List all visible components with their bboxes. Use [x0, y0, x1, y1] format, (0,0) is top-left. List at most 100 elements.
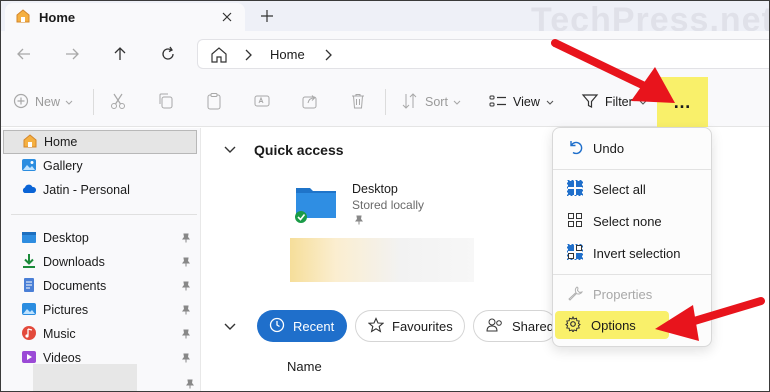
tab-bar: Home TechPress.net — [1, 1, 769, 39]
rename-button[interactable] — [253, 89, 271, 115]
refresh-icon[interactable] — [157, 43, 179, 65]
sort-label: Sort — [425, 95, 448, 109]
tab-favourites[interactable]: Favourites — [355, 310, 465, 342]
clipboard-icon — [205, 92, 223, 113]
arrow-right-icon[interactable] — [61, 43, 83, 65]
tab-home[interactable]: Home — [5, 3, 245, 31]
new-button[interactable]: New — [13, 89, 73, 115]
pin-icon[interactable] — [185, 378, 194, 391]
blurred-item — [33, 364, 137, 391]
divider — [93, 89, 94, 115]
copy-button[interactable] — [157, 89, 175, 115]
sidebar-item-downloads[interactable]: Downloads — [1, 250, 197, 274]
tab-favourites-label: Favourites — [392, 318, 453, 334]
tab-recent-label: Recent — [293, 318, 335, 334]
files-section-header[interactable] — [224, 320, 236, 334]
menu-item-label: Select all — [593, 181, 646, 197]
quick-access-title: Quick access — [254, 142, 344, 158]
pin-icon[interactable] — [181, 256, 191, 270]
quick-access-item-name: Desktop — [352, 182, 398, 196]
pin-icon[interactable] — [181, 280, 191, 294]
delete-button[interactable] — [349, 89, 367, 115]
download-icon — [21, 253, 37, 272]
documents-icon — [21, 277, 37, 296]
trash-icon — [349, 92, 367, 113]
column-header-name[interactable]: Name — [287, 359, 322, 374]
sidebar-item-label: Desktop — [43, 231, 89, 245]
pin-icon[interactable] — [181, 304, 191, 318]
file-explorer-window: Home TechPress.net Home New Sort View Fi… — [0, 0, 770, 392]
close-icon[interactable] — [219, 9, 235, 25]
people-icon — [486, 317, 504, 336]
share-button[interactable] — [301, 89, 319, 115]
new-label: New — [35, 95, 61, 109]
navigation-pane: Home Gallery Jatin - Personal Desktop Do… — [1, 128, 201, 391]
breadcrumb-home[interactable]: Home — [270, 47, 305, 62]
red-arrow-annotation — [551, 39, 675, 103]
arrow-up-icon[interactable] — [109, 43, 131, 65]
tab-recent[interactable]: Recent — [257, 310, 347, 342]
sidebar-item-label: Downloads — [43, 255, 105, 269]
chevron-right-icon — [324, 48, 334, 65]
sort-icon — [401, 92, 419, 113]
chevron-right-icon — [244, 48, 254, 65]
paste-button[interactable] — [205, 89, 223, 115]
sidebar-item-label: Gallery — [43, 159, 83, 173]
chevron-down-icon[interactable] — [224, 143, 236, 157]
sidebar-item-label: Documents — [43, 279, 107, 293]
view-label: View — [513, 95, 540, 109]
home-folder-icon — [22, 133, 38, 152]
sidebar-item-home[interactable]: Home — [3, 130, 197, 154]
quick-access-header[interactable]: Quick access — [224, 142, 344, 158]
menu-item-label: Options — [591, 317, 636, 333]
sort-button[interactable]: Sort — [401, 89, 461, 115]
divider — [385, 89, 386, 115]
sidebar-item-pictures[interactable]: Pictures — [1, 298, 197, 322]
scissors-icon — [109, 92, 127, 113]
invert-selection-icon — [567, 243, 583, 263]
pin-icon[interactable] — [181, 352, 191, 366]
menu-divider — [553, 274, 711, 275]
quick-access-desktop[interactable]: Desktop Stored locally — [294, 180, 464, 230]
desktop-folder-icon — [21, 229, 37, 248]
wrench-icon — [567, 285, 583, 304]
select-all-icon — [567, 179, 583, 199]
view-button[interactable]: View — [489, 89, 554, 115]
menu-divider — [553, 169, 711, 170]
menu-item-label: Select none — [593, 213, 662, 229]
gear-icon — [565, 315, 581, 335]
rename-icon — [253, 92, 271, 113]
sidebar-item-label: Home — [44, 135, 78, 149]
menu-item-invert-selection[interactable]: Invert selection — [557, 239, 707, 267]
menu-item-select-all[interactable]: Select all — [557, 175, 707, 203]
sidebar-item-desktop[interactable]: Desktop — [1, 226, 197, 250]
share-icon — [301, 92, 319, 113]
tab-title: Home — [39, 9, 76, 25]
home-outline-icon[interactable] — [210, 46, 228, 67]
pin-icon[interactable] — [181, 232, 191, 246]
pin-icon[interactable] — [181, 328, 191, 342]
menu-item-undo[interactable]: Undo — [557, 134, 707, 162]
clock-icon — [269, 317, 285, 336]
tab-shared-label: Shared — [512, 318, 554, 334]
blurred-item — [290, 238, 474, 282]
cut-button[interactable] — [109, 89, 127, 115]
sidebar-item-documents[interactable]: Documents — [1, 274, 197, 298]
divider — [11, 214, 197, 215]
chevron-down-icon[interactable] — [224, 320, 236, 334]
arrow-left-icon[interactable] — [13, 43, 35, 65]
onedrive-cloud-icon — [21, 181, 37, 200]
sidebar-item-gallery[interactable]: Gallery — [1, 154, 197, 178]
menu-item-select-none[interactable]: Select none — [557, 207, 707, 235]
undo-icon — [567, 139, 583, 158]
sidebar-item-onedrive[interactable]: Jatin - Personal — [1, 178, 197, 202]
home-folder-icon — [15, 8, 31, 27]
plus-icon[interactable] — [257, 6, 277, 26]
chevron-down-icon — [65, 95, 73, 109]
sidebar-item-music[interactable]: Music — [1, 322, 197, 346]
sidebar-item-label: Music — [43, 327, 76, 341]
tab-shared[interactable]: Shared — [473, 310, 557, 342]
music-icon — [21, 325, 37, 344]
list-view-icon — [489, 92, 507, 113]
quick-access-item-location: Stored locally — [352, 198, 425, 212]
